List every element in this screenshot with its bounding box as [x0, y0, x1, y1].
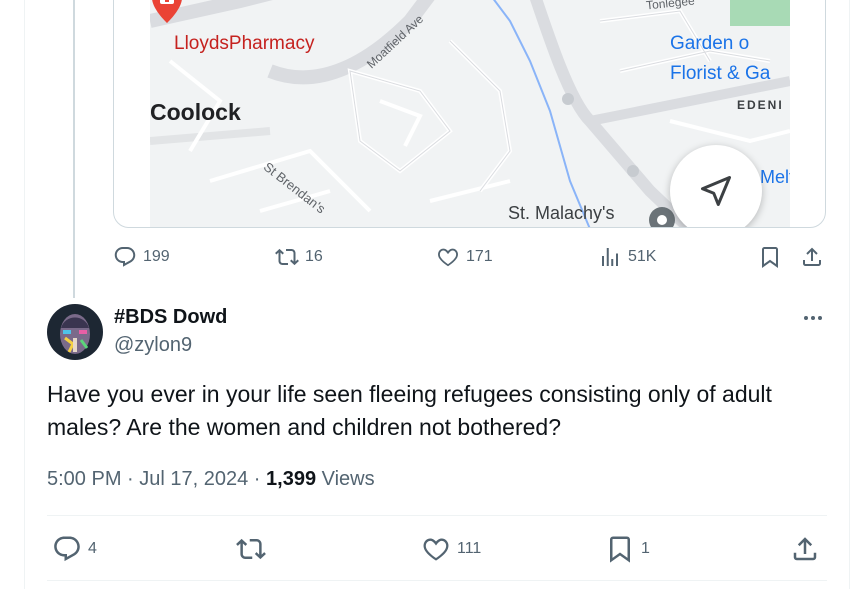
share-icon [793, 537, 817, 561]
views-label: Views [316, 468, 375, 490]
repost-icon [275, 248, 299, 266]
map-label-florist: Garden o Florist & Ga [670, 29, 770, 89]
views-button[interactable]: 51K [598, 245, 656, 269]
more-dot-icon [818, 316, 822, 320]
bookmark-icon [610, 536, 630, 563]
like-count: 111 [457, 540, 482, 557]
tweet-timestamp[interactable]: 5:00 PM · Jul 17, 2024 · [47, 468, 266, 490]
share-button[interactable] [800, 245, 824, 269]
like-count: 171 [466, 248, 493, 265]
bookmark-icon [762, 247, 778, 268]
user-handle[interactable]: @zylon9 [114, 334, 192, 357]
display-name[interactable]: #BDS Dowd [114, 306, 227, 329]
florist-line-2: Florist & Ga [670, 63, 771, 84]
pharmacy-pin-icon[interactable] [150, 0, 184, 25]
map-label-place: Melt [760, 167, 790, 187]
navigate-button[interactable] [670, 145, 762, 227]
reply-button[interactable]: 4 [52, 534, 97, 564]
more-dot-icon [811, 316, 815, 320]
more-options-button[interactable] [800, 305, 826, 331]
share-button[interactable] [790, 534, 820, 564]
like-button[interactable]: 171 [436, 245, 493, 269]
bookmark-count: 1 [641, 540, 650, 557]
views-count: 51K [628, 248, 657, 265]
avatar-image [47, 304, 103, 360]
map-label-area: EDENI [737, 98, 784, 112]
repost-button[interactable] [236, 534, 266, 564]
like-button[interactable]: 111 [421, 534, 481, 564]
map-label-town: Coolock [150, 99, 241, 125]
reply-icon [114, 247, 136, 267]
views-total: 1,399 [266, 468, 317, 490]
reply-icon [54, 536, 80, 562]
bookmark-button[interactable]: 1 [605, 534, 650, 564]
divider [47, 580, 827, 581]
navigation-arrow-icon [701, 176, 731, 206]
share-icon [803, 247, 821, 266]
reply-count: 4 [88, 540, 97, 557]
map-label-church: St. Malachy's [508, 203, 615, 223]
florist-line-1: Garden o [670, 33, 750, 54]
reply-count: 199 [143, 248, 170, 265]
repost-button[interactable]: 16 [275, 245, 323, 269]
heart-icon [423, 538, 449, 561]
views-chart-icon [602, 248, 618, 266]
tweet-text: Have you ever in your life seen fleeing … [47, 381, 772, 440]
bookmark-button[interactable] [758, 245, 782, 269]
map-label-pharmacy: LloydsPharmacy [174, 33, 315, 54]
more-dot-icon [804, 316, 808, 320]
heart-icon [438, 248, 458, 267]
repost-count: 16 [305, 248, 323, 265]
divider [47, 515, 827, 516]
avatar[interactable] [47, 304, 103, 360]
repost-icon [236, 538, 266, 560]
reply-button[interactable]: 199 [113, 245, 170, 269]
map-card[interactable]: Tonlegee LloydsPharmacy Coolock Moatfiel… [113, 0, 826, 228]
thread-connector-line [73, 0, 75, 298]
map-view[interactable]: Tonlegee LloydsPharmacy Coolock Moatfiel… [150, 0, 790, 227]
tweet-meta: 5:00 PM · Jul 17, 2024 · 1,399 Views [47, 468, 375, 491]
